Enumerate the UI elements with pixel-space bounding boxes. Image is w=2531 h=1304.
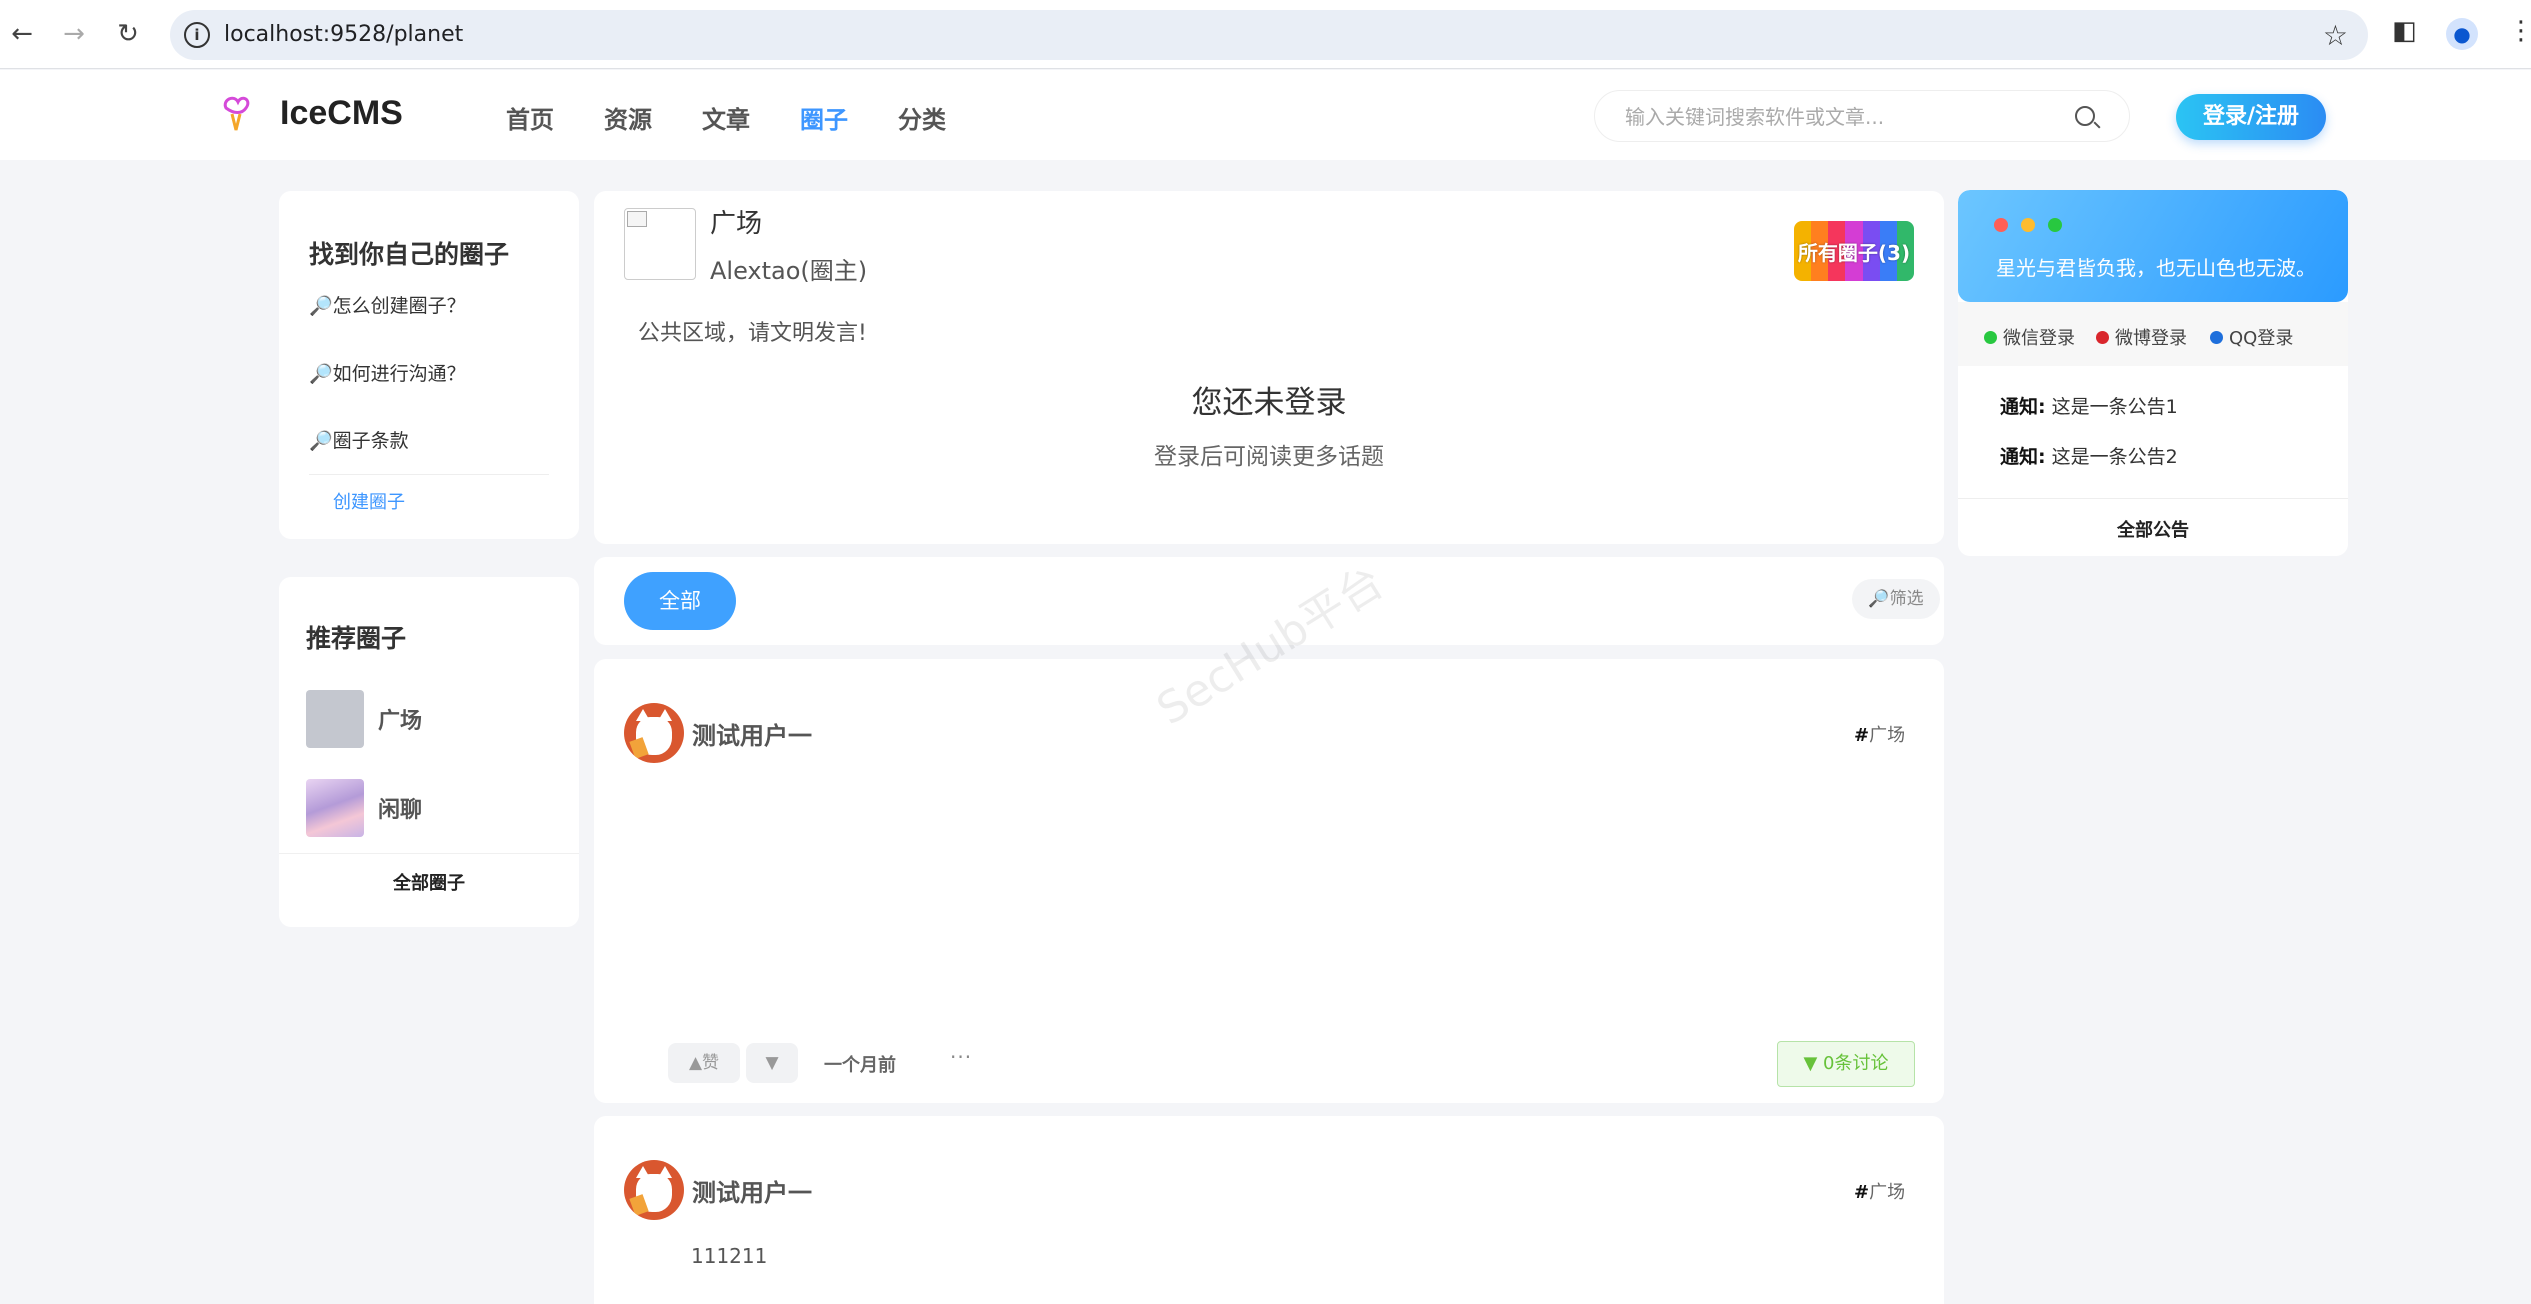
weibo-login-label: 微博登录 <box>2115 328 2187 349</box>
user-sidebar-card: 星光与君皆负我，也无山色也无波。 微信登录 微博登录 QQ登录 通知: 这是一条… <box>1958 190 2348 556</box>
divider <box>309 474 549 475</box>
profile-avatar-icon[interactable]: ● <box>2446 18 2478 50</box>
announcement-item[interactable]: 通知: 这是一条公告2 <box>2000 442 2178 469</box>
wechat-login-label: 微信登录 <box>2003 328 2075 349</box>
recommend-circles-title: 推荐圈子 <box>306 624 407 653</box>
site-logo-text[interactable]: IceCMS <box>280 94 403 133</box>
back-icon[interactable]: ← <box>4 16 40 52</box>
browser-menu-icon[interactable]: ⋮ <box>2508 16 2531 46</box>
post-card: 测试用户一 #广场 ▲赞 ▼ 一个月前 ··· ▼ 0条讨论 <box>594 659 1944 1103</box>
announcement-item[interactable]: 通知: 这是一条公告1 <box>2000 392 2178 419</box>
circle-name: 闲聊 <box>378 798 423 823</box>
filter-button[interactable]: 🔎筛选 <box>1852 579 1940 619</box>
search-input[interactable] <box>1625 103 2065 131</box>
qq-login[interactable]: QQ登录 <box>2210 324 2293 350</box>
site-header: IceCMS 首页 资源 文章 圈子 分类 登录/注册 <box>0 70 2531 160</box>
reload-icon[interactable]: ↻ <box>110 16 146 52</box>
side-panel-icon[interactable]: ◧ <box>2392 16 2417 46</box>
divider <box>1958 498 2348 499</box>
hash-icon: # <box>1854 725 1870 746</box>
all-circles-label: 所有圈子(3) <box>1797 240 1911 265</box>
post-circle-name: 广场 <box>1869 1182 1906 1203</box>
bookmark-star-icon[interactable]: ☆ <box>2323 19 2348 52</box>
nav-resources[interactable]: 资源 <box>604 100 652 135</box>
hash-icon: # <box>1854 1182 1870 1203</box>
user-avatar[interactable] <box>624 1160 684 1220</box>
recommend-circles-card: 推荐圈子 广场 闲聊 全部圈子 <box>279 577 579 927</box>
nav-articles[interactable]: 文章 <box>702 100 750 135</box>
login-hint-text: 登录后可阅读更多话题 <box>1154 444 1384 470</box>
forward-icon[interactable]: → <box>56 16 92 52</box>
main-nav: 首页 资源 文章 圈子 分类 <box>506 100 996 135</box>
third-party-login: 微信登录 微博登录 QQ登录 <box>1958 302 2348 366</box>
circle-thumbnail <box>306 779 364 837</box>
weibo-login[interactable]: 微博登录 <box>2096 324 2187 350</box>
circle-info-card: 广场 Alextao(圈主) 所有圈子(3) 公共区域，请文明发言! 您还未登录… <box>594 191 1944 544</box>
post-username[interactable]: 测试用户一 <box>692 1173 812 1208</box>
logo-icon[interactable] <box>218 94 254 134</box>
site-info-icon[interactable]: i <box>184 22 210 48</box>
nav-home[interactable]: 首页 <box>506 100 554 135</box>
browser-toolbar: ← → ↻ i localhost:9528/planet ☆ ◧ ● ⋮ <box>0 0 2531 69</box>
login-register-button[interactable]: 登录/注册 <box>2176 94 2326 140</box>
search-box <box>1594 90 2130 142</box>
weibo-icon <box>2096 330 2109 344</box>
address-bar[interactable]: i localhost:9528/planet ☆ <box>170 10 2368 60</box>
nav-categories[interactable]: 分类 <box>898 100 946 135</box>
all-announcements-link[interactable]: 全部公告 <box>1958 516 2348 542</box>
more-icon[interactable]: ··· <box>950 1045 972 1069</box>
wechat-login[interactable]: 微信登录 <box>1984 324 2075 350</box>
create-circle-link[interactable]: 创建圈子 <box>333 488 405 514</box>
address-url[interactable]: localhost:9528/planet <box>224 22 463 47</box>
recommend-item-chat[interactable]: 闲聊 <box>306 779 422 837</box>
wechat-icon <box>1984 330 1997 344</box>
post-card: 测试用户一 #广场 111211 <box>594 1116 1944 1304</box>
post-circle-tag[interactable]: #广场 <box>1854 721 1905 747</box>
circle-name: 广场 <box>378 709 423 734</box>
how-create-link[interactable]: 🔎怎么创建圈子？ <box>309 291 466 318</box>
qq-icon <box>2210 330 2223 344</box>
post-circle-tag[interactable]: #广场 <box>1854 1178 1905 1204</box>
announcement-label: 通知: <box>2000 396 2046 418</box>
post-footer: ▲赞 ▼ 一个月前 ··· ▼ 0条讨论 <box>594 1041 1944 1087</box>
like-button[interactable]: ▲赞 <box>668 1043 740 1083</box>
post-username[interactable]: 测试用户一 <box>692 716 812 751</box>
search-icon[interactable] <box>2075 106 2095 126</box>
all-circles-link[interactable]: 全部圈子 <box>279 869 579 895</box>
find-circle-card: 找到你自己的圈子 🔎怎么创建圈子？ 🔎如何进行沟通？ 🔎圈子条款 创建圈子 <box>279 191 579 539</box>
how-communicate-link[interactable]: 🔎如何进行沟通？ <box>309 359 466 386</box>
green-dot-icon <box>2048 218 2062 232</box>
user-avatar[interactable] <box>624 703 684 763</box>
circle-avatar-broken-image <box>624 208 696 280</box>
divider <box>279 853 579 854</box>
circle-notice: 公共区域，请文明发言! <box>638 321 867 346</box>
qq-login-label: QQ登录 <box>2229 328 2294 349</box>
not-logged-in-title: 您还未登录 <box>1191 385 1347 421</box>
recommend-item-plaza[interactable]: 广场 <box>306 690 422 748</box>
tab-all[interactable]: 全部 <box>624 572 736 630</box>
circle-owner: Alextao(圈主) <box>710 257 868 285</box>
slogan-banner: 星光与君皆负我，也无山色也无波。 <box>1958 190 2348 302</box>
post-content[interactable]: 111211 <box>691 1244 767 1268</box>
circle-terms-link[interactable]: 🔎圈子条款 <box>309 426 409 453</box>
slogan-text: 星光与君皆负我，也无山色也无波。 <box>1996 256 2316 280</box>
announcement-text: 这是一条公告1 <box>2051 396 2178 418</box>
announcement-text: 这是一条公告2 <box>2051 446 2178 468</box>
post-circle-name: 广场 <box>1869 725 1906 746</box>
dislike-button[interactable]: ▼ <box>746 1043 798 1083</box>
post-time: 一个月前 <box>824 1055 896 1076</box>
circle-thumbnail <box>306 690 364 748</box>
find-circle-title: 找到你自己的圈子 <box>309 240 510 269</box>
discussion-button[interactable]: ▼ 0条讨论 <box>1777 1041 1915 1087</box>
red-dot-icon <box>1994 218 2008 232</box>
yellow-dot-icon <box>2021 218 2035 232</box>
circle-title: 广场 <box>710 209 763 239</box>
announcement-label: 通知: <box>2000 446 2046 468</box>
all-circles-button[interactable]: 所有圈子(3) <box>1794 221 1914 281</box>
nav-circles[interactable]: 圈子 <box>800 100 848 135</box>
